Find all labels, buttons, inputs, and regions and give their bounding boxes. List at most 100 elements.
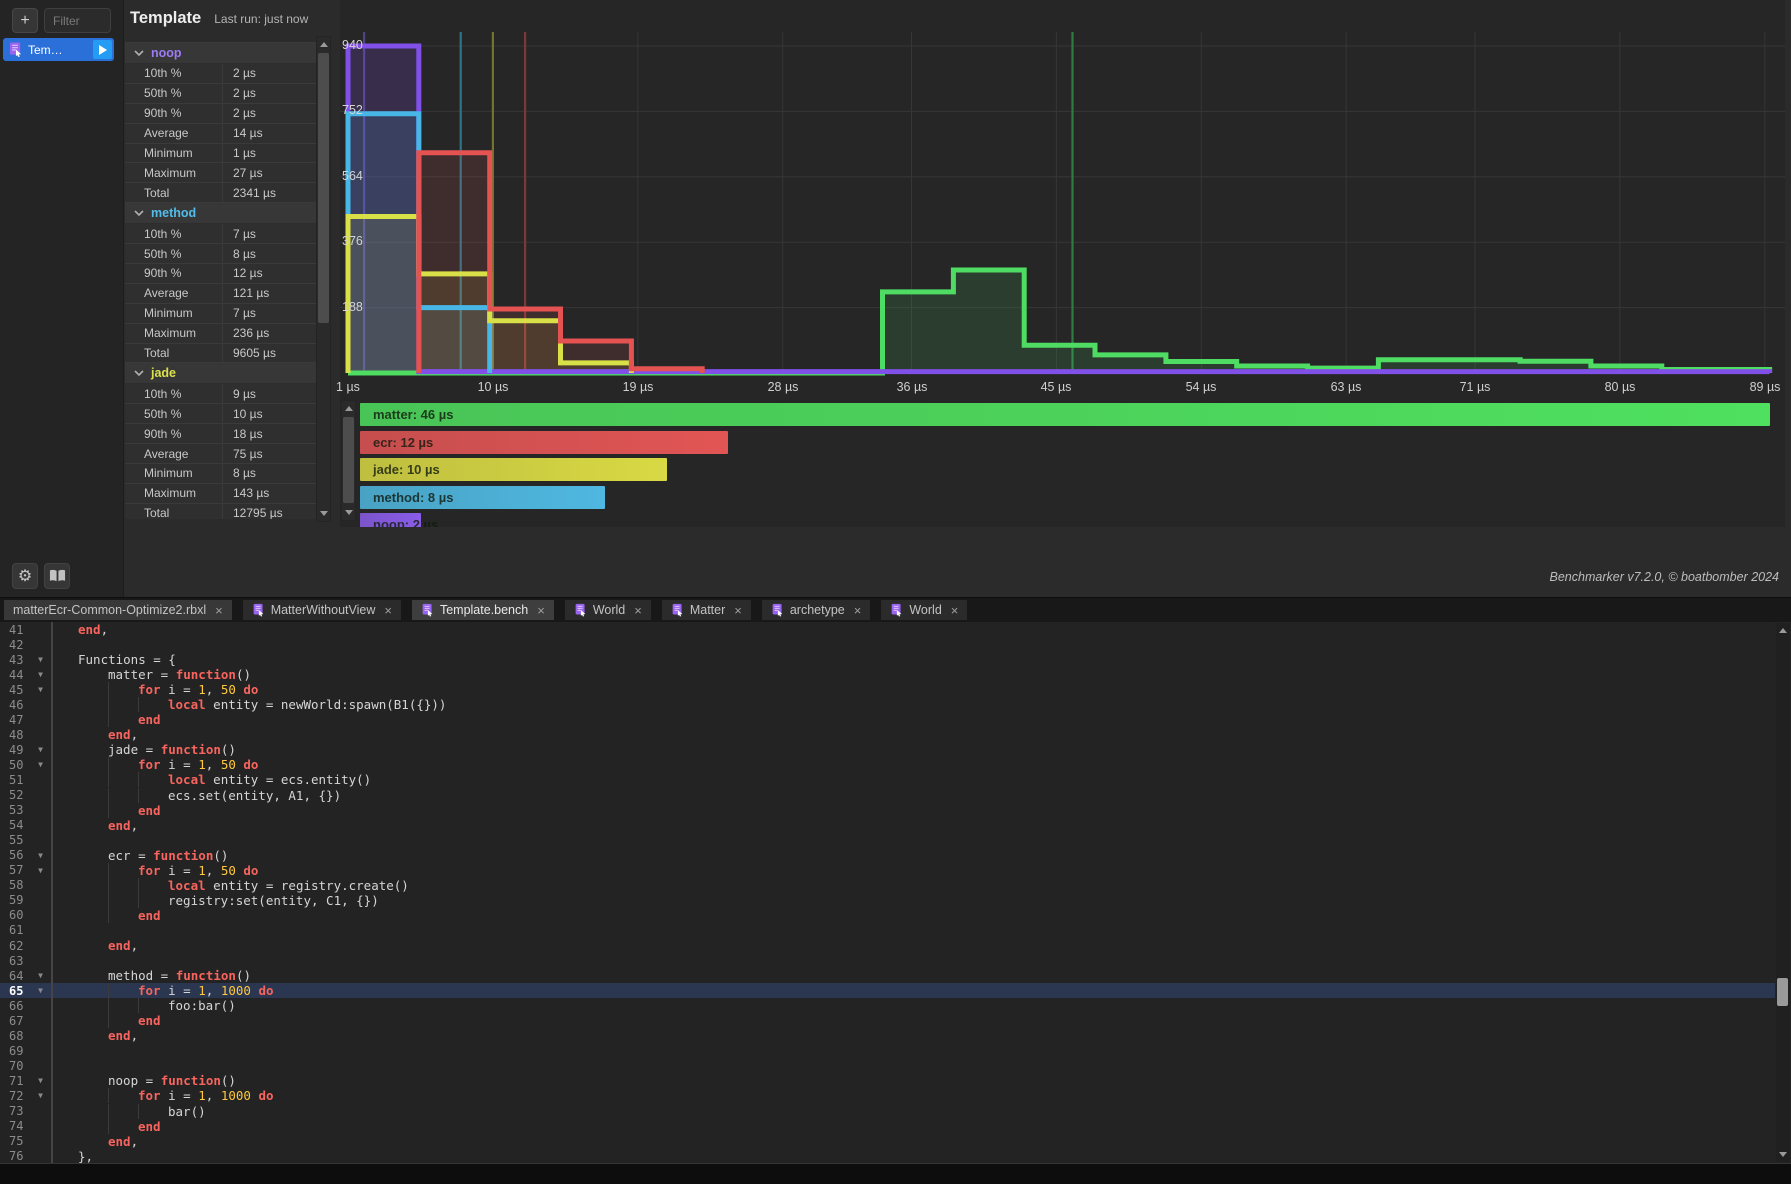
code-line-65[interactable]: 65▼for i = 1, 1000 do: [0, 983, 1791, 998]
tab-close-icon[interactable]: ×: [384, 603, 392, 618]
tab-close-icon[interactable]: ×: [854, 603, 862, 618]
add-benchmark-button[interactable]: +: [12, 8, 38, 33]
benchmarker-panel: + Filter Tem… Template Last run: just no…: [0, 0, 1791, 597]
stats-section-header-noop[interactable]: noop: [125, 43, 316, 64]
docs-button[interactable]: [44, 563, 70, 589]
code-line-59[interactable]: 59registry:set(entity, C1, {}): [0, 893, 1791, 908]
x-axis-tick: 28 µs: [768, 380, 799, 394]
code-line-60[interactable]: 60end: [0, 908, 1791, 923]
code-line-58[interactable]: 58local entity = registry.create(): [0, 878, 1791, 893]
scroll-down-icon[interactable]: [1776, 1148, 1789, 1161]
stat-row-noop-average: Average14 µs: [125, 124, 316, 144]
legend-scrollbar-thumb[interactable]: [343, 417, 354, 503]
scroll-up-icon[interactable]: [1776, 624, 1789, 637]
fold-arrow-icon[interactable]: ▼: [30, 851, 51, 860]
scroll-down-icon[interactable]: [317, 507, 330, 520]
tab-close-icon[interactable]: ×: [951, 603, 959, 618]
code-line-74[interactable]: 74end: [0, 1119, 1791, 1134]
scroll-up-icon[interactable]: [317, 38, 330, 51]
scroll-up-icon[interactable]: [342, 402, 355, 415]
tab-matter[interactable]: Matter×: [662, 600, 751, 620]
code-line-71[interactable]: 71▼noop = function(): [0, 1073, 1791, 1088]
code-line-41[interactable]: 41end,: [0, 622, 1791, 637]
script-icon: [574, 603, 587, 617]
fold-arrow-icon[interactable]: ▼: [30, 1076, 51, 1085]
line-number: 69: [0, 1044, 30, 1058]
x-axis-tick: 1 µs: [336, 380, 360, 394]
histogram-plot: [340, 32, 1785, 376]
stats-scrollbar[interactable]: [316, 36, 331, 522]
code-line-61[interactable]: 61: [0, 923, 1791, 938]
code-line-69[interactable]: 69: [0, 1043, 1791, 1058]
filter-input[interactable]: Filter: [44, 8, 111, 33]
tab-archetype[interactable]: archetype×: [762, 600, 871, 620]
code-line-49[interactable]: 49▼jade = function(): [0, 742, 1791, 757]
run-benchmark-button[interactable]: [93, 40, 112, 59]
stat-row-method-50th: 50th %8 µs: [125, 244, 316, 264]
code-line-54[interactable]: 54end,: [0, 818, 1791, 833]
tab-world[interactable]: World×: [881, 600, 967, 620]
code-line-62[interactable]: 62end,: [0, 938, 1791, 953]
code-line-56[interactable]: 56▼ecr = function(): [0, 848, 1791, 863]
code-line-43[interactable]: 43▼Functions = {: [0, 652, 1791, 667]
fold-arrow-icon[interactable]: ▼: [30, 670, 51, 679]
histogram-chart: 1883765647529401 µs10 µs19 µs28 µs36 µs4…: [340, 0, 1785, 527]
code-line-68[interactable]: 68end,: [0, 1028, 1791, 1043]
tab-close-icon[interactable]: ×: [537, 603, 545, 618]
tab-matterwithoutview[interactable]: MatterWithoutView×: [243, 600, 401, 620]
tab-close-icon[interactable]: ×: [734, 603, 742, 618]
code-line-67[interactable]: 67end: [0, 1013, 1791, 1028]
code-line-64[interactable]: 64▼method = function(): [0, 968, 1791, 983]
fold-arrow-icon[interactable]: ▼: [30, 655, 51, 664]
fold-arrow-icon[interactable]: ▼: [30, 986, 51, 995]
fold-arrow-icon[interactable]: ▼: [30, 685, 51, 694]
code-line-55[interactable]: 55: [0, 833, 1791, 848]
code-line-44[interactable]: 44▼matter = function(): [0, 667, 1791, 682]
code-text: for i = 1, 1000 do: [51, 1088, 1791, 1103]
code-line-76[interactable]: 76},: [0, 1149, 1791, 1163]
code-line-73[interactable]: 73bar(): [0, 1104, 1791, 1119]
tab-close-icon[interactable]: ×: [634, 603, 642, 618]
tab-matterecr-common-optimize2-rbxl[interactable]: matterEcr-Common-Optimize2.rbxl×: [4, 600, 232, 620]
script-editor[interactable]: 41end,4243▼Functions = {44▼matter = func…: [0, 622, 1791, 1163]
code-line-70[interactable]: 70: [0, 1058, 1791, 1073]
code-line-53[interactable]: 53end: [0, 803, 1791, 818]
code-line-66[interactable]: 66foo:bar(): [0, 998, 1791, 1013]
code-line-48[interactable]: 48end,: [0, 727, 1791, 742]
legend-scrollbar[interactable]: [341, 400, 356, 521]
stats-scrollbar-thumb[interactable]: [318, 53, 329, 323]
code-line-50[interactable]: 50▼for i = 1, 50 do: [0, 757, 1791, 772]
editor-scrollbar[interactable]: [1775, 622, 1791, 1163]
stat-row-method-minimum: Minimum7 µs: [125, 304, 316, 324]
script-icon: [421, 603, 434, 617]
tab-close-icon[interactable]: ×: [215, 603, 223, 618]
code-line-63[interactable]: 63: [0, 953, 1791, 968]
code-text: Functions = {: [51, 652, 1791, 667]
code-line-47[interactable]: 47end: [0, 712, 1791, 727]
fold-arrow-icon[interactable]: ▼: [30, 866, 51, 875]
code-line-46[interactable]: 46local entity = newWorld:spawn(B1({})): [0, 697, 1791, 712]
fold-arrow-icon[interactable]: ▼: [30, 1091, 51, 1100]
line-number: 64: [0, 969, 30, 983]
code-line-57[interactable]: 57▼for i = 1, 50 do: [0, 863, 1791, 878]
fold-arrow-icon[interactable]: ▼: [30, 971, 51, 980]
editor-scrollbar-thumb[interactable]: [1777, 978, 1788, 1006]
fold-arrow-icon[interactable]: ▼: [30, 745, 51, 754]
scroll-down-icon[interactable]: [342, 506, 355, 519]
code-line-52[interactable]: 52ecs.set(entity, A1, {}): [0, 788, 1791, 803]
stat-row-method-maximum: Maximum236 µs: [125, 324, 316, 344]
benchmark-item-template[interactable]: Tem…: [3, 38, 114, 61]
code-line-51[interactable]: 51local entity = ecs.entity(): [0, 772, 1791, 787]
stats-section-header-jade[interactable]: jade: [125, 363, 316, 384]
code-line-42[interactable]: 42: [0, 637, 1791, 652]
settings-button[interactable]: ⚙: [12, 563, 38, 589]
tab-world[interactable]: World×: [565, 600, 651, 620]
code-line-72[interactable]: 72▼for i = 1, 1000 do: [0, 1088, 1791, 1103]
code-text: for i = 1, 1000 do: [51, 983, 1791, 998]
legend-bar-method: method: 8 µs: [360, 486, 605, 509]
code-line-45[interactable]: 45▼for i = 1, 50 do: [0, 682, 1791, 697]
stats-section-header-method[interactable]: method: [125, 203, 316, 224]
code-line-75[interactable]: 75end,: [0, 1134, 1791, 1149]
tab-template-bench[interactable]: Template.bench×: [412, 600, 554, 620]
fold-arrow-icon[interactable]: ▼: [30, 760, 51, 769]
